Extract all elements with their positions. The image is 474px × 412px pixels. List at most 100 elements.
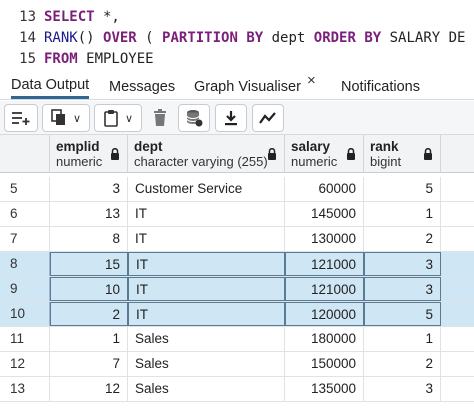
chevron-down-icon[interactable]: ∨: [125, 112, 133, 125]
table-row-selected[interactable]: 8 15 IT 121000 3: [0, 252, 474, 277]
cell-salary[interactable]: 180000: [285, 327, 364, 351]
code-token: SALARY DE: [381, 29, 466, 46]
table-row-selected[interactable]: 9 10 IT 121000 3: [0, 277, 474, 302]
row-number[interactable]: 6: [0, 202, 50, 226]
row-number[interactable]: 12: [0, 352, 50, 376]
grid-header: emplid numeric dept character varying (2…: [0, 135, 474, 173]
cell-dept[interactable]: Sales: [128, 327, 285, 351]
cell-dept[interactable]: IT: [128, 252, 285, 276]
row-number-header[interactable]: [0, 135, 50, 173]
column-type: character varying (255): [134, 154, 268, 169]
code-token: SELECT: [44, 8, 95, 25]
cell-emplid[interactable]: 2: [50, 302, 128, 326]
column-header-dept[interactable]: dept character varying (255): [128, 135, 285, 173]
cell-dept[interactable]: IT: [128, 302, 285, 326]
cell-salary[interactable]: 60000: [285, 177, 364, 201]
cell-salary[interactable]: 121000: [285, 252, 364, 276]
result-grid: emplid numeric dept character varying (2…: [0, 135, 474, 412]
cell-salary[interactable]: 130000: [285, 227, 364, 251]
copy-button[interactable]: ∨: [42, 104, 90, 132]
column-header-salary[interactable]: salary numeric: [285, 135, 364, 173]
cell-salary[interactable]: 150000: [285, 352, 364, 376]
tab-notifications[interactable]: Notifications: [341, 74, 420, 99]
save-data-button[interactable]: [178, 104, 210, 132]
code-token: *,: [94, 8, 120, 25]
row-number[interactable]: 13: [0, 377, 50, 401]
graph-button[interactable]: [252, 104, 284, 132]
cell-rank[interactable]: 1: [364, 202, 441, 226]
cell-rank[interactable]: 3: [364, 277, 441, 301]
code-text[interactable]: RANK() OVER ( PARTITION BY dept ORDER BY…: [44, 30, 466, 46]
code-line[interactable]: 15 FROM EMPLOYEE: [0, 48, 474, 68]
table-row[interactable]: 13 12 Sales 135000 3: [0, 377, 474, 402]
table-row[interactable]: 6 13 IT 145000 1: [0, 202, 474, 227]
cell-emplid[interactable]: 12: [50, 377, 128, 401]
cell-rank[interactable]: 3: [364, 377, 441, 401]
cell-rank[interactable]: 2: [364, 227, 441, 251]
line-number: 14: [19, 29, 36, 46]
cell-dept[interactable]: Customer Service: [128, 177, 285, 201]
line-number: 13: [19, 8, 36, 25]
cell-emplid[interactable]: 15: [50, 252, 128, 276]
column-header-rank[interactable]: rank bigint: [364, 135, 441, 173]
cell-dept[interactable]: Sales: [128, 377, 285, 401]
cell-dept[interactable]: IT: [128, 277, 285, 301]
cell-salary[interactable]: 121000: [285, 277, 364, 301]
delete-button[interactable]: [146, 104, 174, 132]
cell-emplid[interactable]: 3: [50, 177, 128, 201]
cell-rank[interactable]: 3: [364, 252, 441, 276]
sql-editor[interactable]: 13 SELECT *, 14 RANK() OVER ( PARTITION …: [0, 0, 474, 68]
table-row-selected[interactable]: 10 2 IT 120000 5: [0, 302, 474, 327]
tab-messages[interactable]: Messages: [109, 74, 175, 99]
column-name: dept: [134, 139, 163, 154]
code-token: FROM: [44, 50, 78, 67]
code-token: EMPLOYEE: [77, 50, 154, 67]
code-token: dept: [263, 29, 314, 46]
add-row-button[interactable]: [4, 104, 38, 132]
cell-rank[interactable]: 5: [364, 302, 441, 326]
code-line[interactable]: 13 SELECT *,: [0, 6, 474, 27]
tab-data-output[interactable]: Data Output: [11, 74, 90, 99]
table-row[interactable]: 12 7 Sales 150000 2: [0, 352, 474, 377]
cell-salary[interactable]: 120000: [285, 302, 364, 326]
cell-rank[interactable]: 5: [364, 177, 441, 201]
code-text[interactable]: FROM EMPLOYEE: [44, 51, 154, 67]
cell-salary[interactable]: 145000: [285, 202, 364, 226]
cell-emplid[interactable]: 8: [50, 227, 128, 251]
cell-salary[interactable]: 135000: [285, 377, 364, 401]
row-number[interactable]: 8: [0, 252, 50, 276]
cell-emplid[interactable]: 7: [50, 352, 128, 376]
paste-button[interactable]: ∨: [94, 104, 142, 132]
tab-graph-visualiser[interactable]: Graph Visualiser: [194, 74, 301, 99]
lock-icon: [346, 147, 356, 165]
column-header-emplid[interactable]: emplid numeric: [50, 135, 128, 173]
row-number[interactable]: 11: [0, 327, 50, 351]
data-toolbar: ∨ ∨: [0, 101, 474, 135]
cell-dept[interactable]: Sales: [128, 352, 285, 376]
table-row[interactable]: 5 3 Customer Service 60000 5: [0, 177, 474, 202]
cell-dept[interactable]: IT: [128, 202, 285, 226]
chevron-down-icon[interactable]: ∨: [73, 112, 81, 125]
row-number[interactable]: 10: [0, 302, 50, 326]
cell-emplid[interactable]: 13: [50, 202, 128, 226]
download-icon: [223, 110, 239, 126]
download-button[interactable]: [215, 104, 247, 132]
code-token: ORDER BY: [313, 29, 382, 46]
row-number[interactable]: 9: [0, 277, 50, 301]
close-icon[interactable]: ×: [307, 72, 316, 89]
code-token: OVER: [103, 29, 137, 46]
cell-emplid[interactable]: 10: [50, 277, 128, 301]
code-token: (: [136, 29, 163, 46]
cell-rank[interactable]: 2: [364, 352, 441, 376]
code-line[interactable]: 14 RANK() OVER ( PARTITION BY dept ORDER…: [0, 27, 474, 48]
cell-dept[interactable]: IT: [128, 227, 285, 251]
cell-emplid[interactable]: 1: [50, 327, 128, 351]
row-number[interactable]: 7: [0, 227, 50, 251]
cell-rank[interactable]: 1: [364, 327, 441, 351]
table-row[interactable]: 11 1 Sales 180000 1: [0, 327, 474, 352]
code-text[interactable]: SELECT *,: [44, 9, 120, 25]
table-row[interactable]: 7 8 IT 130000 2: [0, 227, 474, 252]
row-number[interactable]: 5: [0, 177, 50, 201]
code-token: PARTITION BY: [162, 29, 264, 46]
lock-icon: [110, 147, 120, 165]
